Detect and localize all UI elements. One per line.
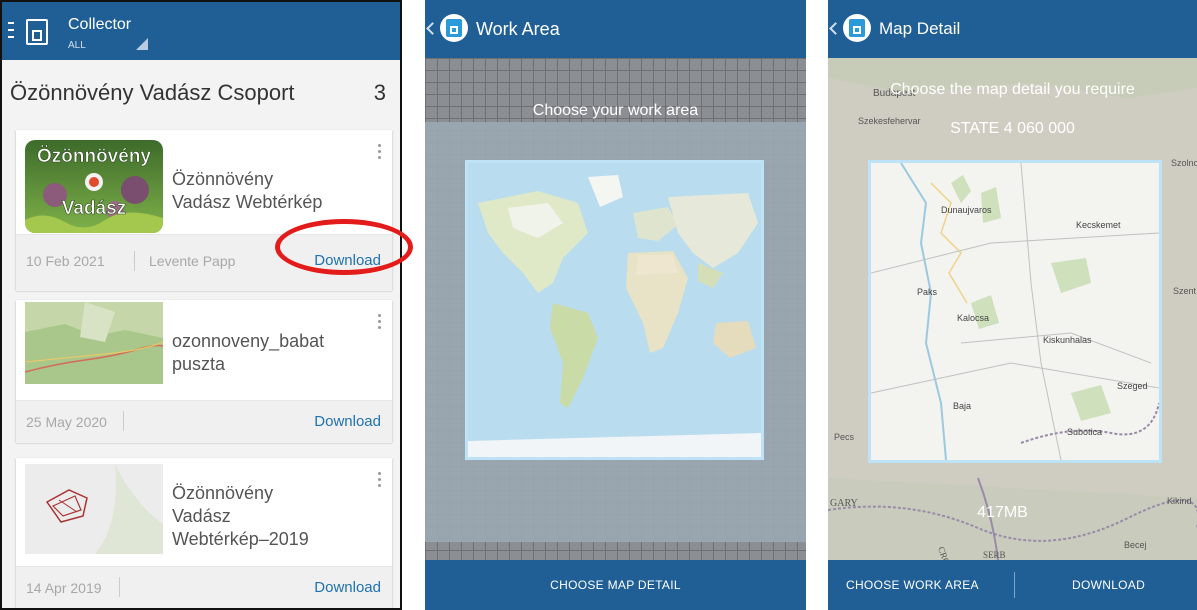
menu-icon[interactable] [8,22,14,38]
more-options-icon[interactable] [378,472,382,490]
map-label-kiskunhalas: Kiskunhalas [1043,335,1092,345]
download-map-button[interactable]: DOWNLOAD [1072,578,1145,592]
collector-app-icon [843,14,871,42]
app-title: Collector [68,16,132,33]
work-area-selection-frame[interactable] [465,160,764,460]
map-name-line: Özönnövény [172,169,274,189]
choose-map-detail-button[interactable]: CHOOSE MAP DETAIL [425,578,806,592]
map-name-line: Vadász Webtérkép [172,192,323,212]
map-label-becej: Becej [1124,540,1147,550]
map-date: 10 Feb 2021 [26,253,105,269]
collector-maps-screen: Collector ALL Özönnövény Vadász Csoport … [0,0,402,610]
back-chevron-icon[interactable] [829,22,842,35]
map-label-pecs: Pecs [834,432,855,442]
download-size-label: 417MB [977,504,1028,521]
more-options-icon[interactable] [378,314,382,332]
download-highlight-ring [275,219,413,275]
map-name: Özönnövény Vadász Webtérkép–2019 [172,482,362,551]
map-label-szent: Szent [1173,286,1197,296]
map-thumbnail: Özönnövény Vadász [25,140,163,233]
map-name: ozonnoveny_babat puszta [172,330,362,376]
map-scale-label: STATE 4 060 000 [950,120,1075,137]
card-footer: 25 May 2020 Download [16,400,392,443]
download-button[interactable]: Download [314,413,381,430]
map-detail-screen: Map Detail Budapest Szekesfehervar Szoln… [828,0,1197,610]
collector-app-icon [440,14,468,42]
map-detail-instruction: Choose the map detail you require [890,81,1135,98]
app-header: Collector ALL [2,2,400,60]
map-label-serb: SERB [983,550,1006,560]
screen-title: Work Area [476,19,560,39]
work-area-header: Work Area [425,0,806,58]
map-author: Levente Papp [149,253,236,269]
map-card[interactable]: Özönnövény Vadász Webtérkép–2019 14 Apr … [16,458,392,608]
filter-label[interactable]: ALL [68,40,86,51]
map-name-line: Özönnövény [172,483,274,503]
map-name-line: ozonnoveny_babat [172,331,325,351]
thumbnail-title-top: Özönnövény [37,146,151,167]
more-options-icon[interactable] [378,144,382,162]
map-label-subotica: Subotica [1067,427,1102,437]
group-title: Özönnövény Vadász Csoport [10,80,295,105]
map-name-line: Webtérkép–2019 [172,529,309,549]
map-label-paks: Paks [917,287,938,297]
map-card[interactable]: ozonnoveny_babat puszta 25 May 2020 Down… [16,300,392,443]
group-count: 3 [373,80,386,105]
map-date: 14 Apr 2019 [26,580,102,596]
screen-title: Map Detail [879,19,961,38]
map-label-szeged: Szeged [1117,381,1148,391]
map-detail-header: Map Detail [828,0,1197,58]
download-button[interactable]: Download [314,579,381,596]
back-chevron-icon[interactable] [426,22,439,35]
work-area-screen: Work Area Choose your work area CHOOSE M… [425,0,806,610]
footer-separator [119,577,120,597]
map-thumbnail [25,464,163,554]
bottom-bar-divider [1014,572,1015,598]
map-name-line: puszta [172,354,226,374]
map-label-kalocsa: Kalocsa [957,313,989,323]
map-name: Özönnövény Vadász Webtérkép [172,168,362,214]
detail-map: Dunaujvaros Kecskemet Paks Kalocsa Kisku… [870,162,1160,461]
work-area-bottom-bar: CHOOSE MAP DETAIL [425,560,806,610]
map-label-dunaujvaros: Dunaujvaros [941,205,992,215]
work-area-instruction: Choose your work area [532,102,699,119]
footer-separator [123,411,124,431]
map-name-line: Vadász [172,506,231,526]
map-label-szolno: Szolno [1171,158,1197,168]
map-thumbnail [25,302,163,384]
map-detail-bottom-bar: CHOOSE WORK AREA DOWNLOAD [828,560,1197,610]
map-label-kecskemet: Kecskemet [1076,220,1121,230]
thumbnail-title-bottom: Vadász [62,198,126,219]
dropdown-triangle-icon[interactable] [136,38,148,50]
map-detail-preview-frame[interactable]: Dunaujvaros Kecskemet Paks Kalocsa Kisku… [868,160,1162,463]
card-footer: 14 Apr 2019 Download [16,566,392,608]
choose-work-area-button[interactable]: CHOOSE WORK AREA [846,578,979,592]
collector-app-icon [26,19,48,45]
world-map [468,163,761,457]
map-date: 25 May 2020 [26,414,107,430]
footer-separator [134,251,135,271]
map-label-baja: Baja [953,401,971,411]
